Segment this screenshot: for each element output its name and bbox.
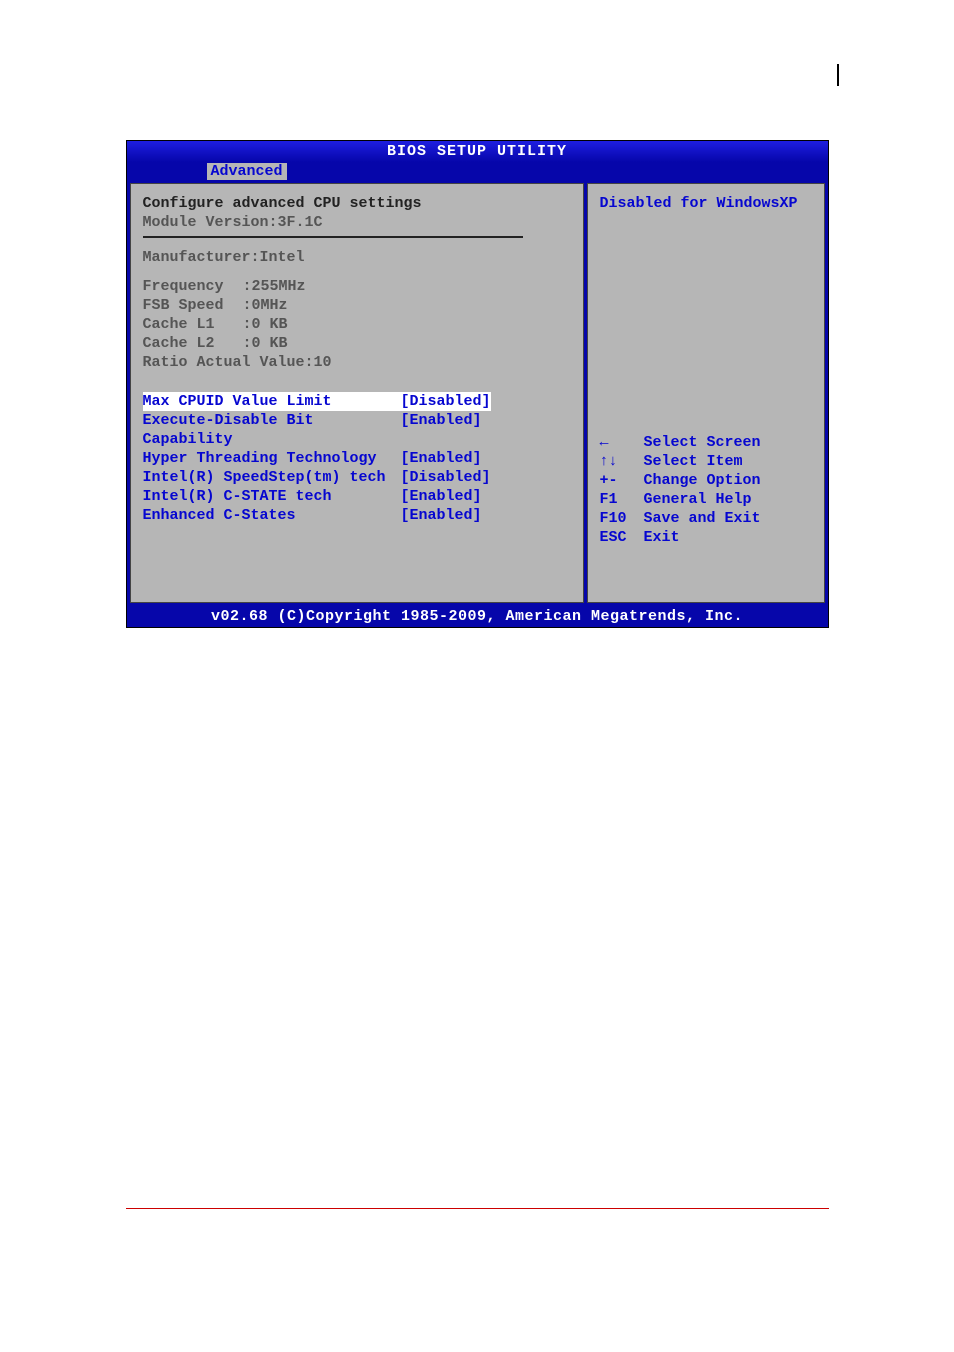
tab-bar: Advanced [127, 162, 828, 180]
key-desc: General Help [644, 490, 752, 509]
manufacturer: Manufacturer:Intel [143, 248, 571, 267]
value: [Enabled] [401, 449, 482, 468]
setting-max-cpuid[interactable]: Max CPUID Value Limit [Disabled] [143, 392, 571, 411]
section-title: Configure advanced CPU settings [143, 194, 571, 213]
label: Intel(R) SpeedStep(tm) tech [143, 468, 401, 487]
key-glyph: ↑↓ [600, 452, 644, 471]
value: [Enabled] [401, 487, 482, 506]
setting-enhanced-c-states[interactable]: Enhanced C-States [Enabled] [143, 506, 571, 525]
tab-advanced[interactable]: Advanced [207, 163, 287, 180]
key-desc: Change Option [644, 471, 761, 490]
key-general-help: F1 General Help [600, 490, 812, 509]
key-glyph: ← [600, 433, 644, 452]
footer-bar: v02.68 (C)Copyright 1985-2009, American … [127, 606, 828, 627]
value: [Disabled] [401, 392, 491, 411]
setting-hyper-threading[interactable]: Hyper Threading Technology [Enabled] [143, 449, 571, 468]
setting-c-state[interactable]: Intel(R) C-STATE tech [Enabled] [143, 487, 571, 506]
key-glyph: F10 [600, 509, 644, 528]
key-desc: Select Screen [644, 433, 761, 452]
value: [Disabled] [401, 468, 491, 487]
key-exit: ESC Exit [600, 528, 812, 547]
value: [Enabled] [401, 411, 482, 449]
key-select-item: ↑↓ Select Item [600, 452, 812, 471]
value: :0 KB [243, 334, 288, 353]
setting-speedstep[interactable]: Intel(R) SpeedStep(tm) tech [Disabled] [143, 468, 571, 487]
info-cache-l2: Cache L2 :0 KB [143, 334, 571, 353]
info-fsb-speed: FSB Speed :0MHz [143, 296, 571, 315]
label: Cache L1 [143, 315, 243, 334]
value: :255MHz [243, 277, 306, 296]
value: [Enabled] [401, 506, 482, 525]
module-version: Module Version:3F.1C [143, 213, 571, 232]
main-panel: Configure advanced CPU settings Module V… [130, 183, 584, 603]
side-panel: Disabled for WindowsXP ← Select Screen ↑… [587, 183, 825, 603]
label: Enhanced C-States [143, 506, 401, 525]
key-glyph: +- [600, 471, 644, 490]
info-frequency: Frequency :255MHz [143, 277, 571, 296]
key-desc: Exit [644, 528, 680, 547]
key-glyph: ESC [600, 528, 644, 547]
label: Execute-Disable Bit Capability [143, 411, 401, 449]
divider [143, 236, 523, 238]
label: Frequency [143, 277, 243, 296]
label: Max CPUID Value Limit [143, 392, 401, 411]
info-cache-l1: Cache L1 :0 KB [143, 315, 571, 334]
key-select-screen: ← Select Screen [600, 433, 812, 452]
key-save-exit: F10 Save and Exit [600, 509, 812, 528]
key-glyph: F1 [600, 490, 644, 509]
key-change-option: +- Change Option [600, 471, 812, 490]
label: Cache L2 [143, 334, 243, 353]
text-cursor [837, 64, 839, 86]
key-desc: Save and Exit [644, 509, 761, 528]
label: Hyper Threading Technology [143, 449, 401, 468]
title-bar: BIOS SETUP UTILITY [127, 141, 828, 162]
info-ratio: Ratio Actual Value:10 [143, 353, 571, 372]
page-footer-rule [126, 1208, 829, 1209]
value: :0 KB [243, 315, 288, 334]
setting-execute-disable[interactable]: Execute-Disable Bit Capability [Enabled] [143, 411, 571, 449]
bios-window: BIOS SETUP UTILITY Advanced Configure ad… [126, 140, 829, 628]
help-text: Disabled for WindowsXP [600, 194, 812, 213]
label: FSB Speed [143, 296, 243, 315]
value: :0MHz [243, 296, 288, 315]
label: Intel(R) C-STATE tech [143, 487, 401, 506]
key-desc: Select Item [644, 452, 743, 471]
